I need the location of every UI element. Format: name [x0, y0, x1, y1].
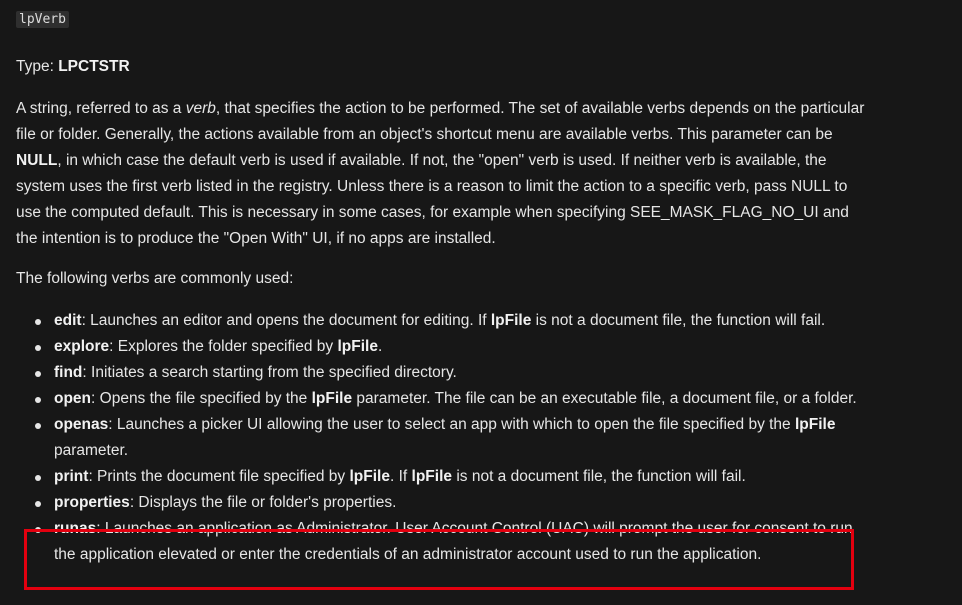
verb-param-ref: lpFile — [794, 416, 836, 433]
desc-null-keyword: NULL — [16, 152, 58, 169]
bullet-icon — [35, 423, 41, 429]
verb-text: . — [377, 338, 383, 355]
bullet-icon — [35, 345, 41, 351]
bullet-icon — [35, 397, 41, 403]
list-item: find: Initiates a search starting from t… — [16, 360, 866, 386]
verb-name: openas — [54, 416, 109, 433]
verb-name: find — [54, 364, 83, 381]
type-value: LPCTSTR — [58, 58, 130, 75]
verb-param-ref: lpFile — [311, 390, 353, 407]
parameter-type: Type: LPCTSTR — [16, 54, 866, 80]
desc-emphasis-verb: verb — [185, 100, 216, 117]
verb-text: : Launches an editor and opens the docum… — [81, 312, 491, 329]
verb-param-ref: lpFile — [490, 312, 532, 329]
bullet-icon — [35, 371, 41, 377]
list-item: explore: Explores the folder specified b… — [16, 334, 866, 360]
bullet-icon — [35, 475, 41, 481]
verb-text: parameter. The file can be an executable… — [352, 390, 857, 407]
parameter-name: lpVerb — [16, 11, 69, 28]
verbs-intro: The following verbs are commonly used: — [16, 270, 294, 287]
verb-name: print — [54, 468, 89, 485]
verb-param-ref: lpFile — [411, 468, 453, 485]
list-item: edit: Launches an editor and opens the d… — [16, 308, 866, 334]
list-item: openas: Launches a picker UI allowing th… — [16, 412, 866, 464]
verb-text: : Displays the file or folder's properti… — [129, 494, 397, 511]
verb-text: . If — [389, 468, 412, 485]
bullet-icon — [35, 501, 41, 507]
verb-name: edit — [54, 312, 82, 329]
list-item: properties: Displays the file or folder'… — [16, 490, 866, 516]
type-label: Type: — [16, 58, 59, 75]
bullet-icon — [35, 319, 41, 325]
verb-text: is not a document file, the function wil… — [452, 468, 746, 485]
verb-name: open — [54, 390, 92, 407]
verb-param-ref: lpFile — [337, 338, 378, 355]
verb-text: : Opens the file specified by the — [91, 390, 312, 407]
desc-text: , in which case the default verb is used… — [16, 152, 849, 247]
verb-param-ref: lpFile — [349, 468, 390, 485]
list-item: print: Prints the document file specifie… — [16, 464, 866, 490]
verb-text: parameter. — [54, 442, 129, 459]
parameter-description: A string, referred to as a verb, that sp… — [16, 96, 866, 252]
verb-text: is not a document file, the function wil… — [531, 312, 826, 329]
document-content: lpVerb Type: LPCTSTR A string, referred … — [16, 6, 866, 568]
runas-highlight-box — [24, 529, 854, 590]
list-item: open: Opens the file specified by the lp… — [16, 386, 866, 412]
verb-name: properties — [54, 494, 130, 511]
verb-text: : Prints the document file specified by — [88, 468, 350, 485]
verb-text: : Initiates a search starting from the s… — [82, 364, 457, 381]
verb-name: explore — [54, 338, 110, 355]
verb-text: : Explores the folder specified by — [109, 338, 338, 355]
verb-text: : Launches a picker UI allowing the user… — [108, 416, 795, 433]
desc-text: A string, referred to as a — [16, 100, 186, 117]
